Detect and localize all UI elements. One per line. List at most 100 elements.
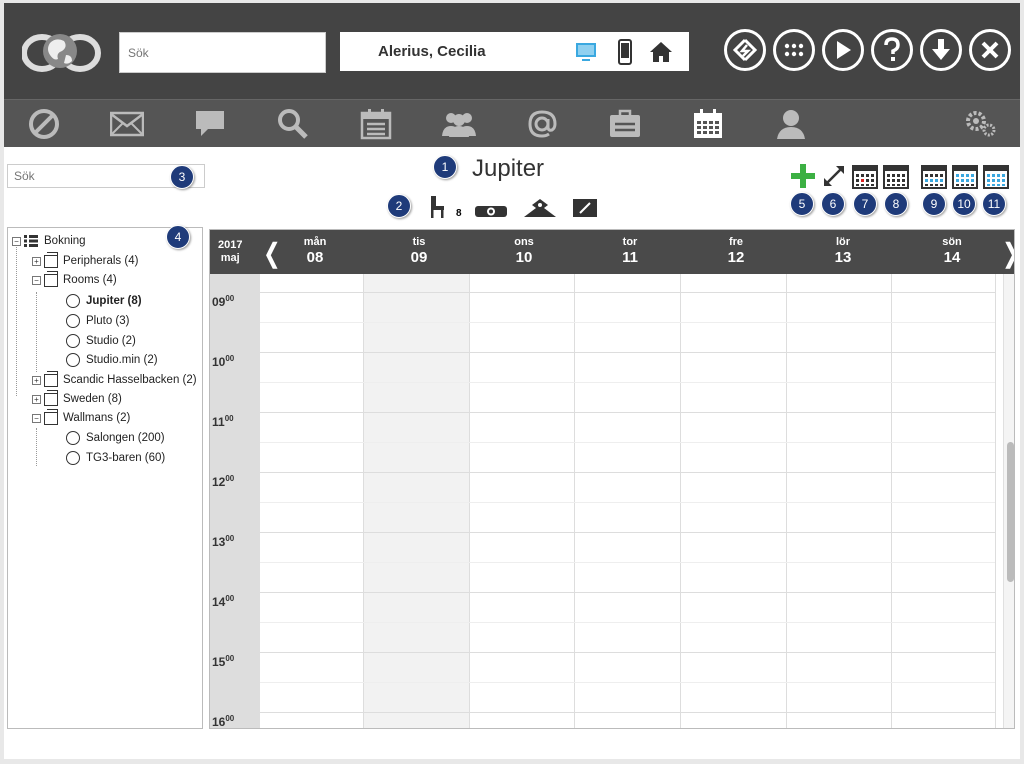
half-hour-line (260, 382, 995, 383)
user-name: Alerius, Cecilia (378, 43, 486, 60)
apps-button[interactable] (773, 29, 815, 71)
sync-button[interactable] (724, 29, 766, 71)
callout-badge: 7 (853, 192, 877, 216)
time-label: 1300 (212, 534, 235, 549)
block-icon[interactable] (26, 106, 62, 142)
week-view-button[interactable] (921, 163, 947, 189)
projector-icon (474, 195, 508, 219)
tree-folder-peripherals[interactable]: + Peripherals (4) (32, 251, 138, 270)
close-icon (981, 41, 999, 59)
tree-root[interactable]: − Bokning (12, 232, 86, 250)
apps-icon (784, 43, 804, 57)
time-label: 1000 (212, 354, 235, 369)
play-icon (837, 41, 851, 59)
half-hour-line (260, 622, 995, 623)
play-button[interactable] (822, 29, 864, 71)
day-header[interactable]: sön 14 (900, 236, 1004, 266)
calendar-list-icon[interactable] (358, 106, 394, 142)
top-bar: Alerius, Cecilia (4, 3, 1020, 99)
chat-icon[interactable] (192, 106, 228, 142)
at-icon[interactable] (524, 106, 560, 142)
day-header[interactable]: mån 08 (263, 236, 367, 266)
day-header[interactable]: ons 10 (472, 236, 576, 266)
collapse-toggle[interactable]: − (12, 236, 21, 246)
download-button[interactable] (920, 29, 962, 71)
two-week-view-button[interactable] (952, 163, 978, 189)
collapse-toggle[interactable]: − (32, 275, 41, 285)
callout-badge: 3 (170, 165, 194, 189)
add-icon (791, 164, 815, 188)
tree-folder-rooms[interactable]: − Rooms (4) (32, 270, 117, 289)
month-view-button[interactable] (983, 163, 1009, 189)
day-number: 08 (306, 249, 324, 266)
week-view-icon (921, 165, 947, 189)
tree-item-tg3-baren[interactable]: TG3-baren (60) (66, 449, 165, 467)
tree-folder-wallmans[interactable]: − Wallmans (2) (32, 408, 130, 427)
calendar-header: 2017 maj ❬ mån 08 tis 09 ons 10 tor 11 fre 12… (210, 230, 1014, 274)
group-icon[interactable] (441, 106, 477, 142)
search-icon[interactable] (275, 106, 311, 142)
day-header[interactable]: tis 09 (367, 236, 471, 266)
expand-toggle[interactable]: + (32, 256, 41, 266)
tree-item-jupiter[interactable]: Jupiter (8) (66, 292, 142, 310)
month-view-icon (983, 165, 1009, 189)
day-header[interactable]: lör 13 (791, 236, 895, 266)
expand-toggle[interactable]: + (32, 394, 41, 404)
workweek-view-button[interactable] (883, 163, 909, 189)
callout-badge: 4 (166, 225, 190, 249)
room-icon (66, 431, 80, 445)
day-name: lör (835, 236, 851, 248)
tree-folder-scandic[interactable]: + Scandic Hasselbacken (2) (32, 370, 197, 389)
tree-item-salongen[interactable]: Salongen (200) (66, 429, 165, 447)
tree-item-studio[interactable]: Studio (2) (66, 332, 136, 350)
callout-badge: 5 (790, 192, 814, 216)
room-icon (66, 294, 80, 308)
tree-item-studio-min[interactable]: Studio.min (2) (66, 351, 158, 369)
half-hour-line (260, 682, 995, 683)
callout-badge: 1 (433, 155, 457, 179)
hour-line (260, 472, 995, 473)
add-button[interactable] (790, 163, 816, 189)
global-search-input[interactable] (119, 32, 326, 73)
tree-label: Jupiter (8) (86, 295, 142, 307)
day-header[interactable]: fre 12 (684, 236, 788, 266)
day-header[interactable]: tor 11 (578, 236, 682, 266)
tree-label: Rooms (4) (63, 274, 117, 286)
next-week-button[interactable]: ❭ (1000, 238, 1014, 269)
settings-icon[interactable] (963, 106, 999, 142)
tree-label: Scandic Hasselbacken (2) (63, 374, 197, 386)
app-window: Alerius, Cecilia (4, 3, 1020, 759)
expand-button[interactable] (821, 163, 847, 189)
callout-badge: 10 (952, 192, 976, 216)
expand-toggle[interactable]: + (32, 375, 41, 385)
whiteboard-icon (572, 195, 598, 219)
callout-badge: 2 (387, 194, 411, 218)
calendar-icon[interactable] (690, 106, 726, 142)
day-view-button[interactable] (852, 163, 878, 189)
scroll-thumb[interactable] (1007, 442, 1014, 582)
mail-icon[interactable] (109, 106, 145, 142)
calendar-grid[interactable]: 0900 1000 1100 1200 1300 1400 1500 1600 (210, 274, 1014, 728)
hour-line (260, 532, 995, 533)
year-label: 2017 (218, 239, 243, 251)
home-icon[interactable] (647, 38, 675, 66)
help-icon (884, 37, 900, 61)
collapse-toggle[interactable]: − (32, 413, 41, 423)
close-button[interactable] (969, 29, 1011, 71)
day-name: ons (514, 236, 534, 248)
callout-badge: 9 (922, 192, 946, 216)
hour-line (260, 652, 995, 653)
day-name: fre (728, 236, 744, 248)
card-icon[interactable] (607, 106, 643, 142)
person-icon[interactable] (773, 106, 809, 142)
calendar-scrollbar[interactable] (1003, 274, 1014, 728)
tree-folder-sweden[interactable]: + Sweden (8) (32, 389, 122, 408)
resource-tree: − Bokning + Peripherals (4) − Rooms (4) … (7, 227, 203, 729)
help-button[interactable] (871, 29, 913, 71)
desktop-icon[interactable] (572, 38, 600, 66)
box-icon (44, 389, 58, 406)
box-icon (44, 408, 58, 425)
day-number: 11 (622, 249, 638, 266)
mobile-icon[interactable] (611, 38, 639, 66)
tree-item-pluto[interactable]: Pluto (3) (66, 312, 129, 330)
